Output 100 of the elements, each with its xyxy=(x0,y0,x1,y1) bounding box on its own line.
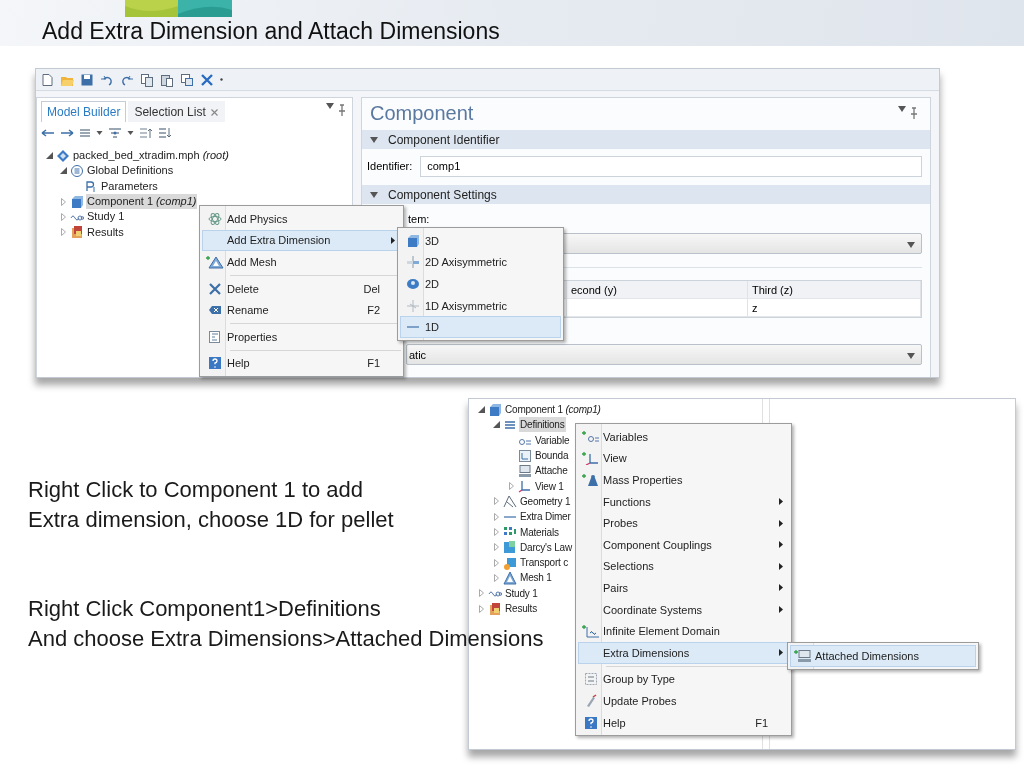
show-icon xyxy=(79,126,91,140)
menu-item[interactable]: 1D xyxy=(400,316,561,338)
probe-icon xyxy=(584,693,598,708)
menu-item[interactable]: Component Couplings xyxy=(578,533,789,556)
collapsed-arrow-icon[interactable] xyxy=(494,558,499,567)
help-icon xyxy=(584,715,598,730)
tree-item[interactable]: View 1 xyxy=(534,478,565,494)
group-icon xyxy=(584,672,598,687)
menu-item[interactable]: View xyxy=(578,447,789,470)
collapse-all-icon xyxy=(139,126,153,140)
collapsed-arrow-icon[interactable] xyxy=(494,497,499,506)
menu-item[interactable]: 1D Axisymmetric xyxy=(400,294,561,317)
menu-item[interactable]: Rename F2 xyxy=(202,299,401,321)
tree-item[interactable]: Results xyxy=(86,224,125,240)
menu-item[interactable]: 3D xyxy=(400,230,561,252)
tree-item[interactable]: Global Definitions xyxy=(86,163,175,179)
menu-item[interactable]: Infinite Element Domain xyxy=(578,620,789,642)
menu-item[interactable]: Mass Properties xyxy=(578,469,789,491)
tree-item[interactable]: Results xyxy=(504,601,538,616)
menu-item[interactable]: 2D xyxy=(400,273,561,295)
tree-item[interactable]: Geometry 1 xyxy=(519,493,572,509)
collapsed-arrow-icon[interactable] xyxy=(61,197,66,206)
collapsed-arrow-icon[interactable] xyxy=(494,543,499,552)
caret-icon xyxy=(907,352,915,359)
axisymmetric-icon xyxy=(406,255,420,270)
tree-item[interactable]: Bounda xyxy=(534,448,570,464)
field-label: Identifier: xyxy=(367,160,413,172)
panel-tab[interactable]: Selection List xyxy=(128,101,225,122)
tree-item[interactable]: Darcy's Law xyxy=(519,539,573,555)
collapsed-arrow-icon[interactable] xyxy=(494,528,499,536)
results-icon xyxy=(70,225,84,240)
menu-item[interactable]: Variables xyxy=(578,426,789,448)
tree-item[interactable]: Component 1 (comp1) xyxy=(86,194,198,210)
menu-item[interactable]: Help F1 xyxy=(578,711,789,734)
pin-icon xyxy=(910,106,918,120)
variables-icon xyxy=(582,429,600,444)
tree-item[interactable]: Component 1 (comp1) xyxy=(504,402,602,418)
duplicate-icon xyxy=(180,72,194,87)
panel-tab[interactable]: Model Builder xyxy=(41,101,127,122)
back-arrow-icon xyxy=(41,126,55,140)
menu-item[interactable]: Help F1 xyxy=(202,352,401,375)
tree-item[interactable]: Study 1 xyxy=(86,209,126,225)
menu-item[interactable]: 2D Axisymmetric xyxy=(400,251,561,274)
tree-item[interactable]: Materials xyxy=(519,524,560,540)
menu-item[interactable]: Functions xyxy=(578,490,789,513)
dropdown-field[interactable]: atic xyxy=(406,344,922,365)
caret-icon xyxy=(326,103,334,109)
menu-item[interactable]: Add Physics xyxy=(202,208,401,230)
identifier-field[interactable]: comp1 xyxy=(420,155,922,177)
expanded-arrow-icon[interactable] xyxy=(493,421,500,429)
help-icon xyxy=(208,356,222,371)
menu-item[interactable]: Add Mesh xyxy=(202,251,401,273)
tree-item[interactable]: Mesh 1 xyxy=(519,570,553,586)
dropdown-icon xyxy=(220,78,223,81)
expanded-arrow-icon[interactable] xyxy=(478,406,485,414)
tree-item[interactable]: Study 1 xyxy=(504,585,539,601)
collapsed-arrow-icon[interactable] xyxy=(61,212,66,221)
tree-item[interactable]: packed_bed_xtradim.mph (root) xyxy=(72,148,230,164)
tree-item[interactable]: Parameters xyxy=(100,178,159,194)
tree-item[interactable]: Attache xyxy=(534,463,569,479)
menu-item[interactable]: Group by Type xyxy=(578,668,789,691)
list-icon xyxy=(70,163,84,178)
section-header[interactable]: Component Settings xyxy=(362,185,930,204)
diamond-icon xyxy=(56,148,70,163)
line-icon xyxy=(503,515,517,518)
cube-icon xyxy=(70,194,84,209)
menu-item[interactable]: Extra Dimensions xyxy=(578,641,789,664)
axisymmetric-icon xyxy=(406,298,420,313)
menu-item[interactable]: Pairs xyxy=(578,577,789,599)
slide-title: Add Extra Dimension and Attach Dimensions xyxy=(42,18,500,46)
geometry-icon xyxy=(503,494,517,509)
tree-item[interactable]: Transport c xyxy=(519,555,569,571)
section-title: Component Identifier xyxy=(388,132,500,147)
section-header[interactable]: Component Identifier xyxy=(362,130,930,149)
menu-item[interactable]: Coordinate Systems xyxy=(578,598,789,621)
collapsed-arrow-icon[interactable] xyxy=(479,604,484,613)
menu-item[interactable]: Properties xyxy=(202,325,401,348)
menu-item[interactable]: Update Probes xyxy=(578,690,789,712)
menu-item[interactable]: Delete Del xyxy=(202,277,401,300)
expanded-arrow-icon[interactable] xyxy=(60,167,67,175)
note-text: Right Click Component1>Definitions xyxy=(28,595,381,623)
expanded-arrow-icon[interactable] xyxy=(46,152,53,160)
menu-item[interactable]: Selections xyxy=(578,555,789,578)
tree-item[interactable]: Extra Dimer xyxy=(519,509,572,525)
collapsed-arrow-icon[interactable] xyxy=(479,589,484,598)
panel-title: Component xyxy=(370,101,474,125)
note-text: And choose Extra Dimensions>Attached Dimensions xyxy=(28,625,544,653)
menu-item[interactable]: Attached Dimensions xyxy=(790,645,976,667)
tree-item[interactable]: Definitions xyxy=(519,417,566,433)
collapsed-arrow-icon[interactable] xyxy=(509,482,514,491)
tree-item[interactable]: Variable xyxy=(534,432,571,448)
new-file-icon xyxy=(40,72,54,87)
axes-icon xyxy=(518,479,532,494)
collapsed-arrow-icon[interactable] xyxy=(494,512,499,521)
collapsed-arrow-icon[interactable] xyxy=(61,228,66,237)
physics-icon xyxy=(503,540,517,555)
column-header: econd (y) xyxy=(567,281,748,299)
collapsed-arrow-icon[interactable] xyxy=(494,573,499,582)
note-text: Right Click to Component 1 to add xyxy=(28,476,364,504)
menu-item[interactable]: Probes xyxy=(578,512,789,534)
